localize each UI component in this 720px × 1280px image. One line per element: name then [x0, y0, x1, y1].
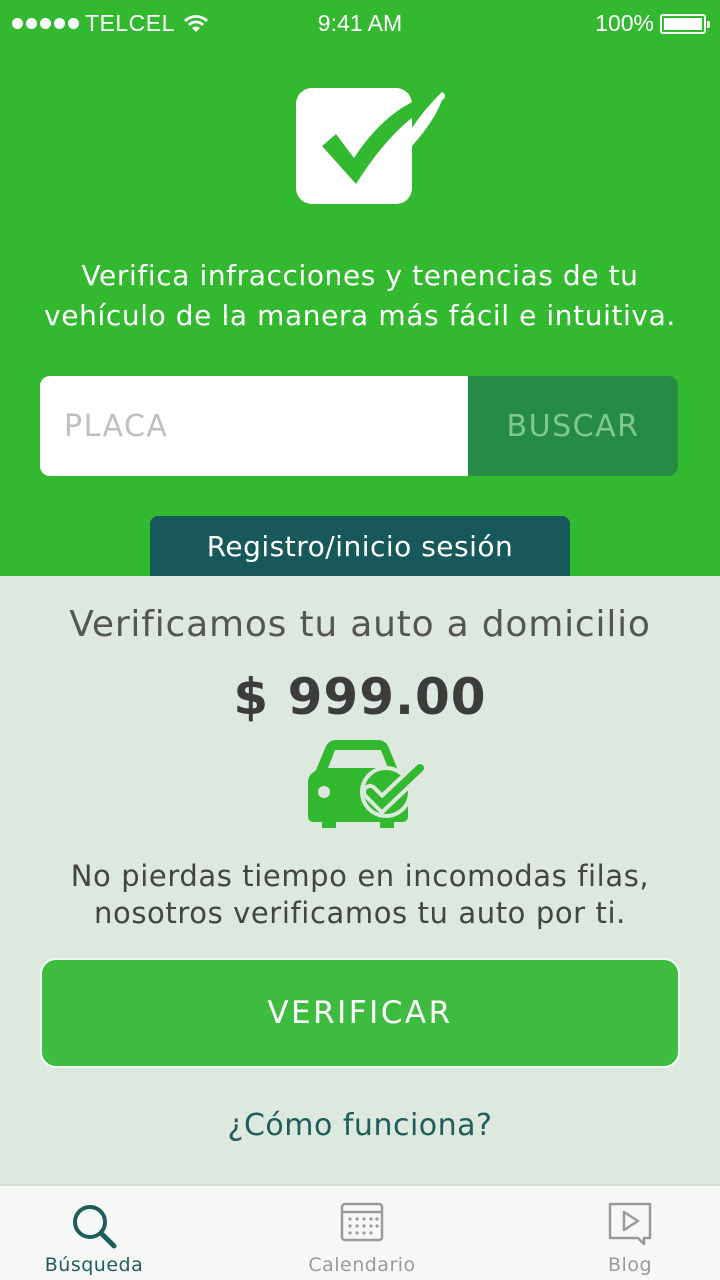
login-register-label: Registro/inicio sesión [206, 529, 514, 563]
battery-icon [660, 13, 710, 34]
tab-calendario-label: Calendario [308, 1254, 416, 1276]
car-check-icon [308, 740, 424, 828]
tab-busqueda-label: Búsqueda [44, 1254, 144, 1276]
tab-calendario[interactable]: Calendario [272, 1186, 452, 1280]
plate-input[interactable] [40, 376, 468, 476]
tab-blog-label: Blog [608, 1254, 652, 1276]
login-register-button[interactable]: Registro/inicio sesión [150, 516, 570, 576]
app-logo-icon [296, 88, 445, 204]
calendar-icon [340, 1202, 384, 1242]
search-icon [73, 1205, 117, 1249]
status-right: 100% [595, 10, 710, 37]
promo-desc-line-1: No pierdas tiempo en incomodas filas, [70, 859, 650, 893]
search-button[interactable]: BUSCAR [468, 376, 678, 476]
tab-blog[interactable]: Blog [540, 1186, 720, 1280]
tagline: Verifica infracciones y tenencias de tu … [0, 256, 720, 336]
price: $ 999.00 [233, 668, 487, 726]
tab-bar: Búsqueda Calendario Blog [0, 1184, 720, 1280]
how-it-works-link[interactable]: ¿Cómo funciona? [0, 1108, 720, 1143]
battery-percent: 100% [595, 10, 654, 36]
hero-section: TELCEL 9:41 AM 100% Verifica infraccione… [0, 0, 720, 576]
status-bar: TELCEL 9:41 AM 100% [0, 0, 720, 48]
promo-description: No pierdas tiempo en incomodas filas, no… [0, 858, 720, 932]
tagline-line-1: Verifica infracciones y tenencias de tu [81, 259, 639, 292]
promo-title: Verificamos tu auto a domicilio [69, 604, 651, 645]
tagline-line-2: vehículo de la manera más fácil e intuit… [44, 299, 676, 332]
verify-button[interactable]: VERIFICAR [40, 958, 680, 1068]
search-row: BUSCAR [40, 376, 678, 476]
play-icon [608, 1202, 652, 1246]
tab-busqueda[interactable]: Búsqueda [4, 1186, 184, 1280]
promo-desc-line-2: nosotros verificamos tu auto por ti. [94, 896, 626, 930]
